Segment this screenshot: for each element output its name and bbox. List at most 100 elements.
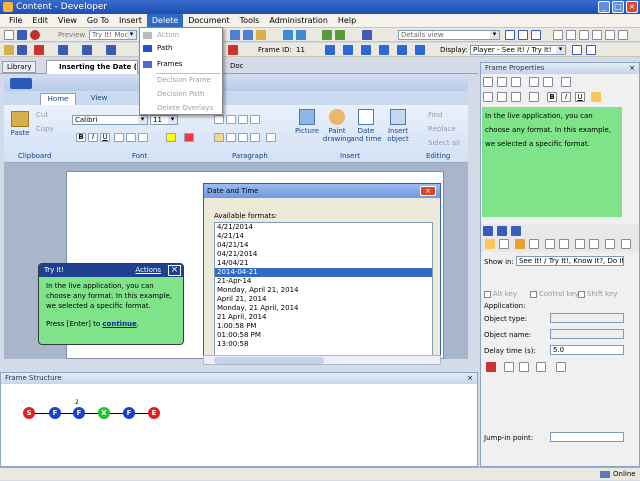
picture-button[interactable]: Picture [294, 109, 320, 135]
timer-icon[interactable] [536, 362, 546, 372]
format-item[interactable]: Monday, April 21, 2014 [215, 286, 432, 295]
format-item[interactable]: April 21, 2014 [215, 295, 432, 304]
menu-edit[interactable]: Edit [27, 14, 53, 28]
fp-redo-icon[interactable] [543, 77, 553, 87]
panel2-icon[interactable] [566, 30, 576, 40]
scroll-thumb[interactable] [214, 357, 324, 364]
last-frame-icon[interactable] [379, 45, 389, 55]
bold-button[interactable]: B [76, 133, 86, 142]
play-icon[interactable] [397, 45, 407, 55]
format-item-selected[interactable]: 2014-04-21 [215, 268, 432, 277]
bubble-style-icon[interactable] [483, 226, 493, 236]
bubble-copy-icon[interactable] [545, 239, 555, 249]
menu-goto[interactable]: Go To [82, 14, 114, 28]
format-item[interactable]: 21 April, 2014 [215, 313, 432, 322]
fp-font-icon[interactable] [529, 92, 539, 102]
align-center-button[interactable] [226, 133, 236, 142]
fp-highlight-icon[interactable] [591, 92, 601, 102]
bubble-font2-icon[interactable] [621, 239, 631, 249]
format-item[interactable]: 4/21/2014 [215, 223, 432, 232]
panel4-icon[interactable] [592, 30, 602, 40]
superscript-button[interactable] [138, 133, 148, 142]
tab-topic[interactable]: Inserting the Date (Re... [46, 60, 138, 74]
format-item[interactable]: 04/21/14 [215, 241, 432, 250]
branch-icon[interactable] [82, 45, 92, 55]
menu-help[interactable]: Help [333, 14, 361, 28]
bubble-color-icon[interactable] [485, 239, 495, 249]
panel3-icon[interactable] [579, 30, 589, 40]
format-item[interactable]: 4/21/14 [215, 232, 432, 241]
fp-align-center-icon[interactable] [497, 92, 507, 102]
frame-node-end[interactable]: E [148, 407, 160, 419]
frame-text-editor[interactable]: In the live application, you can choose … [482, 107, 622, 217]
menu-item-frames[interactable]: Frames [140, 58, 222, 71]
align-left-button[interactable] [214, 133, 224, 142]
format-item[interactable]: 21-Apr-14 [215, 277, 432, 286]
fast-forward-icon[interactable] [415, 45, 425, 55]
replace-button[interactable]: Replace [428, 125, 456, 133]
sound-icon[interactable] [486, 362, 496, 372]
tab-doc[interactable]: Doc [226, 61, 248, 73]
strikethrough-button[interactable] [114, 133, 124, 142]
font-name-combo[interactable]: Calibri [72, 115, 148, 125]
path-icon[interactable] [58, 45, 68, 55]
zoom-out-icon[interactable] [335, 30, 345, 40]
menu-document[interactable]: Document [183, 14, 234, 28]
bubble-style3-icon[interactable] [511, 226, 521, 236]
action-icon[interactable] [34, 45, 44, 55]
preview-button[interactable]: Preview [58, 29, 85, 41]
italic-button[interactable]: I [88, 133, 98, 142]
display-option-icon[interactable] [572, 45, 582, 55]
menu-tools[interactable]: Tools [235, 14, 265, 28]
fp-align-right-icon[interactable] [511, 92, 521, 102]
menu-item-decision-path[interactable]: Decision Path [140, 88, 222, 101]
formats-listbox[interactable]: 4/21/2014 4/21/14 04/21/14 04/21/2014 14… [214, 222, 433, 359]
tryit-actions-link[interactable]: Actions [135, 264, 161, 277]
dialog-close-button[interactable]: × [420, 186, 436, 196]
ribbon-tab-view[interactable]: View [84, 93, 114, 105]
bubble-size2-icon[interactable] [589, 239, 599, 249]
fp-underline-icon[interactable]: U [575, 92, 585, 102]
tryit-close-button[interactable]: × [168, 265, 181, 276]
date-time-button[interactable]: Date and time [350, 109, 382, 143]
highlight-button[interactable] [166, 133, 176, 142]
find-button[interactable]: Find [428, 111, 442, 119]
increase-indent-button[interactable] [226, 115, 236, 124]
fp-copy-icon[interactable] [497, 77, 507, 87]
bubble-icon[interactable] [515, 239, 525, 249]
layout-split-icon[interactable] [518, 30, 528, 40]
fp-delete-icon[interactable] [561, 77, 571, 87]
paragraph-button[interactable] [266, 133, 276, 142]
bubble-pointer-icon[interactable] [499, 239, 509, 249]
frame-node[interactable]: F [123, 407, 135, 419]
menu-delete[interactable]: Delete [146, 13, 184, 28]
bubble-size-icon[interactable] [575, 239, 585, 249]
decision-icon[interactable] [106, 45, 116, 55]
prev-frame-icon[interactable] [343, 45, 353, 55]
frame-node-start[interactable]: S [23, 407, 35, 419]
minimize-button[interactable]: _ [598, 1, 610, 13]
copy-button[interactable]: Copy [36, 125, 54, 133]
format-item[interactable]: 13:00:58 [215, 340, 432, 349]
new-icon[interactable] [4, 30, 14, 40]
app-menu-button[interactable] [10, 78, 32, 89]
menu-item-delete-overlays[interactable]: Delete Overlays [140, 102, 222, 115]
bullets-button[interactable] [238, 115, 248, 124]
link-icon[interactable] [556, 362, 566, 372]
menu-item-action[interactable]: Action [140, 29, 222, 42]
folder-icon[interactable] [4, 45, 14, 55]
bubble-paste-icon[interactable] [559, 239, 569, 249]
paint-drawing-button[interactable]: Paint drawing [322, 109, 352, 143]
maximize-button[interactable]: □ [612, 1, 624, 13]
screen-icon[interactable] [504, 362, 514, 372]
horizontal-scrollbar[interactable] [203, 355, 441, 365]
zoom-in-icon[interactable] [322, 30, 332, 40]
copy-icon[interactable] [243, 30, 253, 40]
insert-object-button[interactable]: Insert object [384, 109, 412, 143]
record-icon[interactable] [30, 30, 40, 40]
fp-paste-icon[interactable] [511, 77, 521, 87]
tab-library[interactable]: Library [2, 61, 37, 73]
format-item[interactable]: 01:00:58 PM [215, 331, 432, 340]
menu-item-path[interactable]: Path [140, 42, 222, 55]
jump-in-field[interactable] [550, 432, 624, 442]
